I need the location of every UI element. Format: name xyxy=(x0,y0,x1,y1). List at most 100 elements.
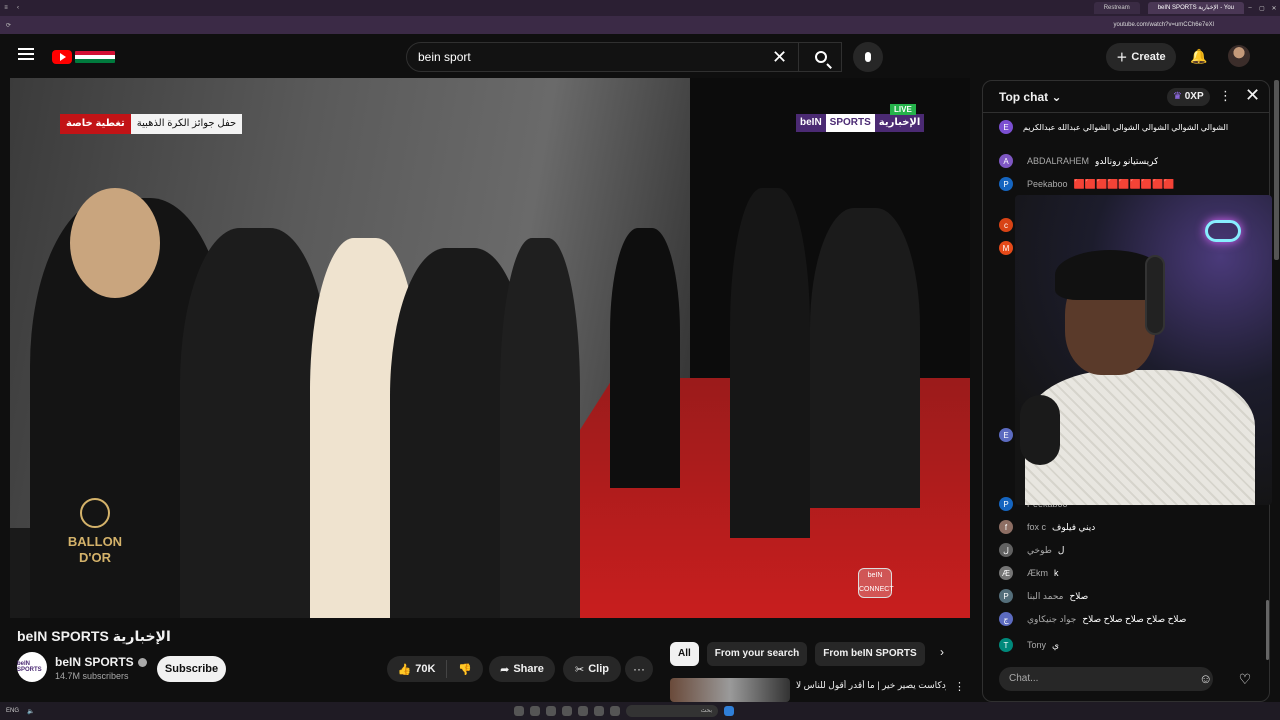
crown-icon: ♛ xyxy=(1173,91,1182,102)
chat-author[interactable]: Peekaboo xyxy=(1027,179,1068,189)
tab-restream[interactable]: Restream xyxy=(1093,2,1140,14)
chat-mode-dropdown[interactable]: Top chat ⌄ xyxy=(999,90,1062,104)
notifications-bell-icon[interactable]: 🔔 xyxy=(1190,48,1207,65)
emoji-icon[interactable]: ☺ xyxy=(1199,671,1212,686)
person-figure xyxy=(730,188,810,538)
more-vert-icon[interactable]: ⋮ xyxy=(954,680,965,693)
volume-icon[interactable]: 🔈 xyxy=(27,708,34,715)
window-maximize-icon[interactable]: ▢ xyxy=(1256,5,1268,12)
taskbar-search[interactable]: بحث xyxy=(626,705,718,717)
tab-youtube[interactable]: beIN SPORTS الإخبارية - You xyxy=(1147,2,1244,14)
chat-author[interactable]: جواد جنيكاوي xyxy=(1027,614,1076,625)
chat-text: ي xyxy=(1052,639,1060,650)
taskbar-app-icon[interactable] xyxy=(546,706,556,716)
chat-message: P Peekaboo 🟥🟥🟥🟥🟥🟥🟥🟥🟥 xyxy=(999,176,1259,192)
chat-avatar[interactable]: P xyxy=(999,497,1013,511)
heart-icon[interactable]: ♡ xyxy=(1233,667,1257,691)
chat-text: 🟥🟥🟥🟥🟥🟥🟥🟥🟥 xyxy=(1073,178,1175,189)
video-player[interactable]: تغطية خاصة حفل جوائز الكرة الذهبية beIN … xyxy=(10,78,970,618)
chat-author[interactable]: Tony xyxy=(1027,640,1046,650)
chat-avatar[interactable]: M xyxy=(999,241,1013,255)
dislike-button[interactable]: 👎 xyxy=(447,663,483,676)
chat-message: P محمد البنا صلاح xyxy=(999,588,1259,604)
chat-avatar[interactable]: ل xyxy=(999,543,1013,557)
hamburger-menu-icon[interactable] xyxy=(18,48,34,60)
chat-author[interactable]: Ækm xyxy=(1027,568,1048,578)
chat-avatar[interactable]: P xyxy=(999,177,1013,191)
like-count: 70K xyxy=(415,663,436,675)
subscribe-button[interactable]: Subscribe xyxy=(157,656,226,682)
chat-input[interactable]: Chat... xyxy=(999,667,1213,691)
browser-menu-icon[interactable]: ≡ xyxy=(0,5,12,11)
chat-avatar[interactable]: A xyxy=(999,154,1013,168)
bein-sports-news-logo: beIN SPORTS الإخبارية xyxy=(796,114,925,132)
taskbar-app-icon[interactable] xyxy=(578,706,588,716)
recommended-thumbnail[interactable] xyxy=(670,678,790,702)
channel-name[interactable]: beIN SPORTS xyxy=(55,655,147,669)
address-url[interactable]: youtube.com/watch?v=umCCh6e7eXl xyxy=(1113,22,1214,28)
chat-avatar[interactable]: E xyxy=(999,428,1013,442)
chat-author[interactable]: ABDALRAHEM xyxy=(1027,156,1089,166)
chip-all[interactable]: All xyxy=(670,642,699,666)
chat-author[interactable]: fox c xyxy=(1027,522,1046,532)
browser-back-icon[interactable]: ‹ xyxy=(12,5,24,11)
close-chat-icon[interactable]: ✕ xyxy=(1245,85,1260,106)
verified-icon xyxy=(137,657,147,667)
chat-text: ديني فيلوف xyxy=(1052,521,1096,532)
like-button[interactable]: 👍 70K xyxy=(387,660,447,678)
live-badge: LIVE xyxy=(890,104,916,115)
ball-icon xyxy=(80,498,110,528)
chat-message: A ABDALRAHEM كريستيانو رونالدو xyxy=(999,153,1259,169)
taskbar-app-icon[interactable] xyxy=(594,706,604,716)
chat-message: E الشوالي الشوالي الشوالي الشوالي الشوال… xyxy=(999,119,1259,135)
chat-avatar[interactable]: c xyxy=(999,218,1013,232)
chat-avatar[interactable]: P xyxy=(999,589,1013,603)
voice-search-button[interactable] xyxy=(853,42,883,72)
chat-message: f fox c ديني فيلوف xyxy=(999,519,1259,535)
chat-avatar[interactable]: E xyxy=(999,120,1013,134)
xp-badge[interactable]: ♛ 0XP xyxy=(1167,88,1210,106)
browser-reload-icon[interactable]: ⟳ xyxy=(6,22,11,29)
chat-avatar[interactable]: f xyxy=(999,520,1013,534)
search-button[interactable] xyxy=(798,42,842,72)
share-button[interactable]: ➦ Share xyxy=(489,656,555,682)
chevron-right-icon[interactable]: › xyxy=(940,645,944,659)
browser-address-bar: ⟳ youtube.com/watch?v=umCCh6e7eXl xyxy=(0,16,1280,34)
chat-author[interactable]: محمد البنا xyxy=(1027,591,1063,602)
youtube-play-icon xyxy=(52,50,72,64)
chat-header: Top chat ⌄ ♛ 0XP ⋮ ✕ xyxy=(983,81,1269,113)
recommended-video[interactable]: بودكاست يصير خير | ما أقدر أقول للناس لا… xyxy=(670,678,966,702)
chat-options-icon[interactable]: ⋮ xyxy=(1219,88,1232,104)
taskbar-app-icon[interactable] xyxy=(514,706,524,716)
window-minimize-icon[interactable]: – xyxy=(1244,5,1256,11)
subscriber-count: 14.7M subscribers xyxy=(55,671,129,681)
taskbar-app-icon[interactable] xyxy=(610,706,620,716)
clip-button[interactable]: ✂ Clip xyxy=(563,656,621,682)
chat-text: كريستيانو رونالدو xyxy=(1095,155,1159,166)
chip-from-bein-sports[interactable]: From beIN SPORTS xyxy=(815,642,925,666)
taskbar-app-icon[interactable] xyxy=(530,706,540,716)
windows-start-icon[interactable] xyxy=(724,706,734,716)
recommended-title[interactable]: بودكاست يصير خير | ما أقدر أقول للناس لا xyxy=(796,680,946,691)
more-actions-button[interactable]: ··· xyxy=(625,656,653,682)
webcam-overlay xyxy=(1015,195,1272,505)
chat-avatar[interactable]: ج xyxy=(999,612,1013,626)
chat-author[interactable]: طوخي xyxy=(1027,545,1052,556)
window-close-icon[interactable]: ✕ xyxy=(1268,5,1280,12)
create-button[interactable]: ＋ Create xyxy=(1106,43,1176,71)
taskbar-app-icon[interactable] xyxy=(562,706,572,716)
youtube-logo[interactable] xyxy=(52,48,122,66)
taskbar-lang[interactable]: ENG xyxy=(6,708,19,715)
chat-avatar[interactable]: Æ xyxy=(999,566,1013,580)
create-label: Create xyxy=(1131,51,1166,63)
chat-scrollbar[interactable] xyxy=(1266,600,1269,660)
chip-from-your-search[interactable]: From your search xyxy=(706,642,808,666)
page-scrollbar[interactable] xyxy=(1274,80,1279,260)
chat-avatar[interactable]: T xyxy=(999,638,1013,652)
channel-avatar[interactable]: beIN SPORTS xyxy=(17,652,47,682)
account-avatar[interactable] xyxy=(1228,45,1250,67)
flag-icon xyxy=(75,51,115,63)
chat-message: Æ Ækm k xyxy=(999,565,1259,581)
clear-search-icon[interactable]: ✕ xyxy=(772,48,787,66)
like-dislike-group: 👍 70K 👎 xyxy=(387,656,483,682)
